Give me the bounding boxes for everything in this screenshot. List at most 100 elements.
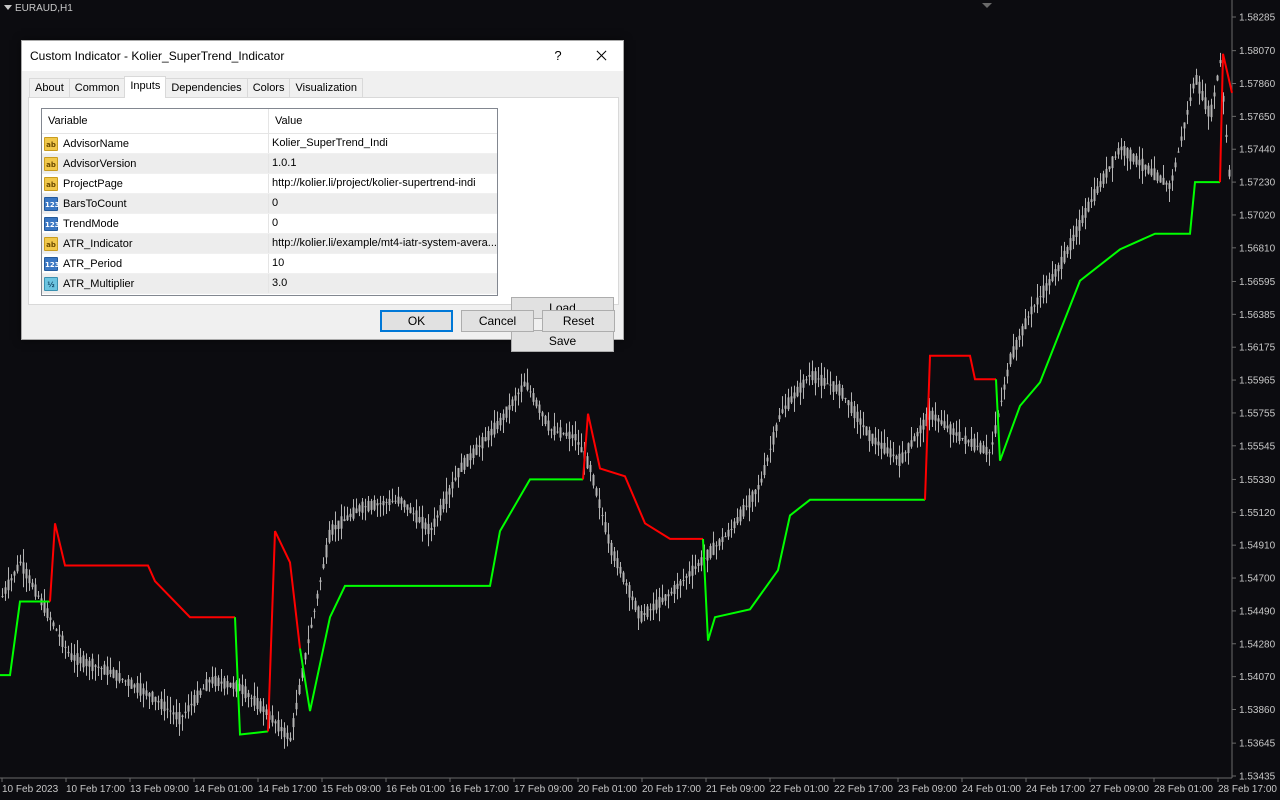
candle-body [358, 505, 361, 512]
close-icon[interactable] [588, 44, 614, 68]
param-value[interactable]: http://kolier.li/example/mt4-iatr-system… [269, 234, 497, 253]
candle-body [1093, 189, 1096, 202]
symbol-label[interactable]: EURAUD,H1 [4, 3, 73, 14]
tab-about[interactable]: About [29, 78, 70, 98]
candle-body [1192, 83, 1195, 89]
candle-body [1102, 173, 1105, 184]
candle-body [160, 698, 163, 710]
candle-body [100, 668, 103, 670]
candle-body [46, 608, 49, 618]
candle-body [988, 452, 991, 454]
candle-body [1186, 109, 1189, 115]
candle-body [523, 381, 526, 387]
param-row[interactable]: ab ATR_Indicator http://kolier.li/example/… [42, 234, 497, 254]
candle-body [697, 562, 700, 567]
param-value[interactable]: Kolier_SuperTrend_Indi [269, 134, 497, 153]
time-tick-label: 10 Feb 2023 [2, 784, 59, 795]
candle-body [1129, 149, 1132, 162]
tab-colors[interactable]: Colors [246, 78, 291, 98]
reset-button[interactable]: Reset [542, 310, 615, 332]
cancel-button[interactable]: Cancel [461, 310, 534, 332]
param-value[interactable]: 3.0 [269, 274, 497, 293]
column-header-variable[interactable]: Variable [42, 109, 269, 133]
candle-body [115, 670, 118, 681]
candle-body [607, 534, 610, 544]
tab-visualization[interactable]: Visualization [289, 78, 364, 98]
price-tick-label: 1.55330 [1239, 475, 1276, 486]
param-value[interactable]: http://kolier.li/project/kolier-supertre… [269, 174, 497, 193]
candle-body [121, 678, 124, 680]
candle-body [610, 542, 613, 556]
candle-body [256, 697, 259, 710]
candle-body [436, 515, 439, 518]
candle-body [457, 468, 460, 478]
param-row[interactable]: 123 BarsToCount 0 [42, 194, 497, 214]
save-button[interactable]: Save [511, 330, 614, 352]
help-button[interactable]: ? [548, 46, 568, 66]
candle-body [430, 527, 433, 531]
candle-body [373, 500, 376, 510]
price-tick-label: 1.57230 [1239, 178, 1276, 189]
candle-body [166, 708, 169, 710]
candle-body [280, 727, 283, 732]
candle-body [1015, 339, 1018, 350]
candle-body [640, 610, 643, 622]
candle-body [217, 677, 220, 686]
candle-body [808, 374, 811, 377]
candle-body [118, 673, 121, 682]
candle-body [940, 420, 943, 425]
candle-body [58, 634, 61, 637]
candle-body [382, 500, 385, 506]
param-value[interactable]: 10 [269, 254, 497, 273]
grid-header: Variable Value [42, 109, 497, 134]
param-value[interactable]: 0 [269, 214, 497, 233]
candle-body [1207, 105, 1210, 117]
price-tick-label: 1.55755 [1239, 408, 1276, 419]
inputs-grid: Variable Value ab AdvisorName Kolier_Super… [41, 108, 498, 296]
candle-body [853, 406, 856, 419]
param-row[interactable]: 123 ATR_Period 10 [42, 254, 497, 274]
candle-body [424, 522, 427, 530]
candle-body [946, 425, 949, 429]
candle-body [1027, 316, 1030, 318]
candle-body [151, 691, 154, 703]
candle-body [109, 669, 112, 674]
tab-dependencies[interactable]: Dependencies [165, 78, 248, 98]
candle-body [835, 384, 838, 392]
tab-inputs[interactable]: Inputs [124, 76, 167, 98]
candle-body [565, 432, 568, 437]
candle-body [415, 510, 418, 523]
param-row[interactable]: ab AdvisorName Kolier_SuperTrend_Indi [42, 134, 497, 154]
string-type-icon: ab [44, 136, 58, 151]
candle-body [271, 715, 274, 723]
candle-body [112, 669, 115, 678]
supertrend-up-line [0, 600, 50, 677]
dialog-titlebar[interactable]: Custom Indicator - Kolier_SuperTrend_Ind… [22, 41, 623, 71]
ok-button[interactable]: OK [380, 310, 453, 332]
param-row[interactable]: ab ProjectPage http://kolier.li/project/ko… [42, 174, 497, 194]
param-name: 123 ATR_Period [42, 254, 269, 273]
param-name: 123 BarsToCount [42, 194, 269, 213]
candle-body [709, 546, 712, 558]
candle-body [715, 545, 718, 547]
candle-body [133, 684, 136, 688]
candle-body [856, 411, 859, 422]
column-header-value[interactable]: Value [269, 109, 497, 133]
time-tick-label: 23 Feb 09:00 [898, 784, 957, 795]
param-row[interactable]: ab AdvisorVersion 1.0.1 [42, 154, 497, 174]
candle-body [1156, 172, 1159, 181]
candle-body [1060, 256, 1063, 270]
candle-body [499, 417, 502, 426]
candle-body [445, 491, 448, 504]
price-tick-label: 1.57020 [1239, 210, 1276, 221]
dialog-title: Custom Indicator - Kolier_SuperTrend_Ind… [30, 49, 285, 63]
candle-body [1162, 177, 1165, 185]
tab-common[interactable]: Common [68, 78, 126, 98]
param-row[interactable]: ½ ATR_Multiplier 3.0 [42, 274, 497, 294]
param-value[interactable]: 1.0.1 [269, 154, 497, 173]
candle-body [454, 477, 457, 481]
param-row[interactable]: 123 TrendMode 0 [42, 214, 497, 234]
chevron-down-icon[interactable] [4, 5, 12, 10]
param-value[interactable]: 0 [269, 194, 497, 213]
candle-body [274, 721, 277, 724]
